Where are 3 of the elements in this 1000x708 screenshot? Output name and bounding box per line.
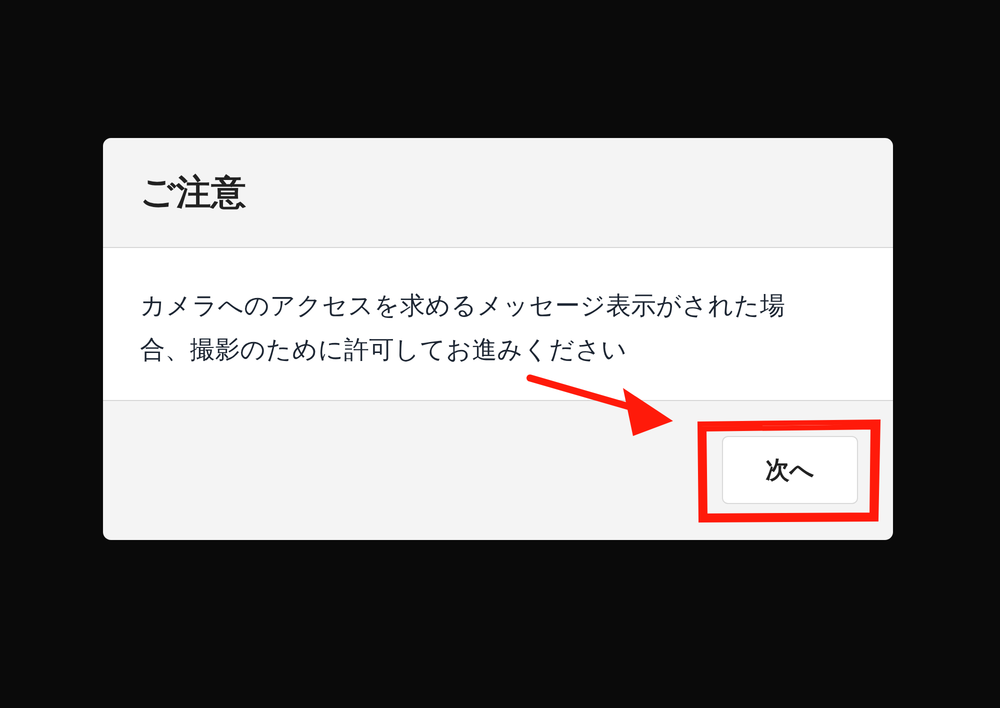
dialog-title: ご注意: [140, 172, 246, 215]
next-button[interactable]: 次へ: [722, 436, 858, 504]
dialog-message: カメラへのアクセスを求めるメッセージ表示がされた場合、撮影のために許可してお進みください: [140, 290, 786, 366]
